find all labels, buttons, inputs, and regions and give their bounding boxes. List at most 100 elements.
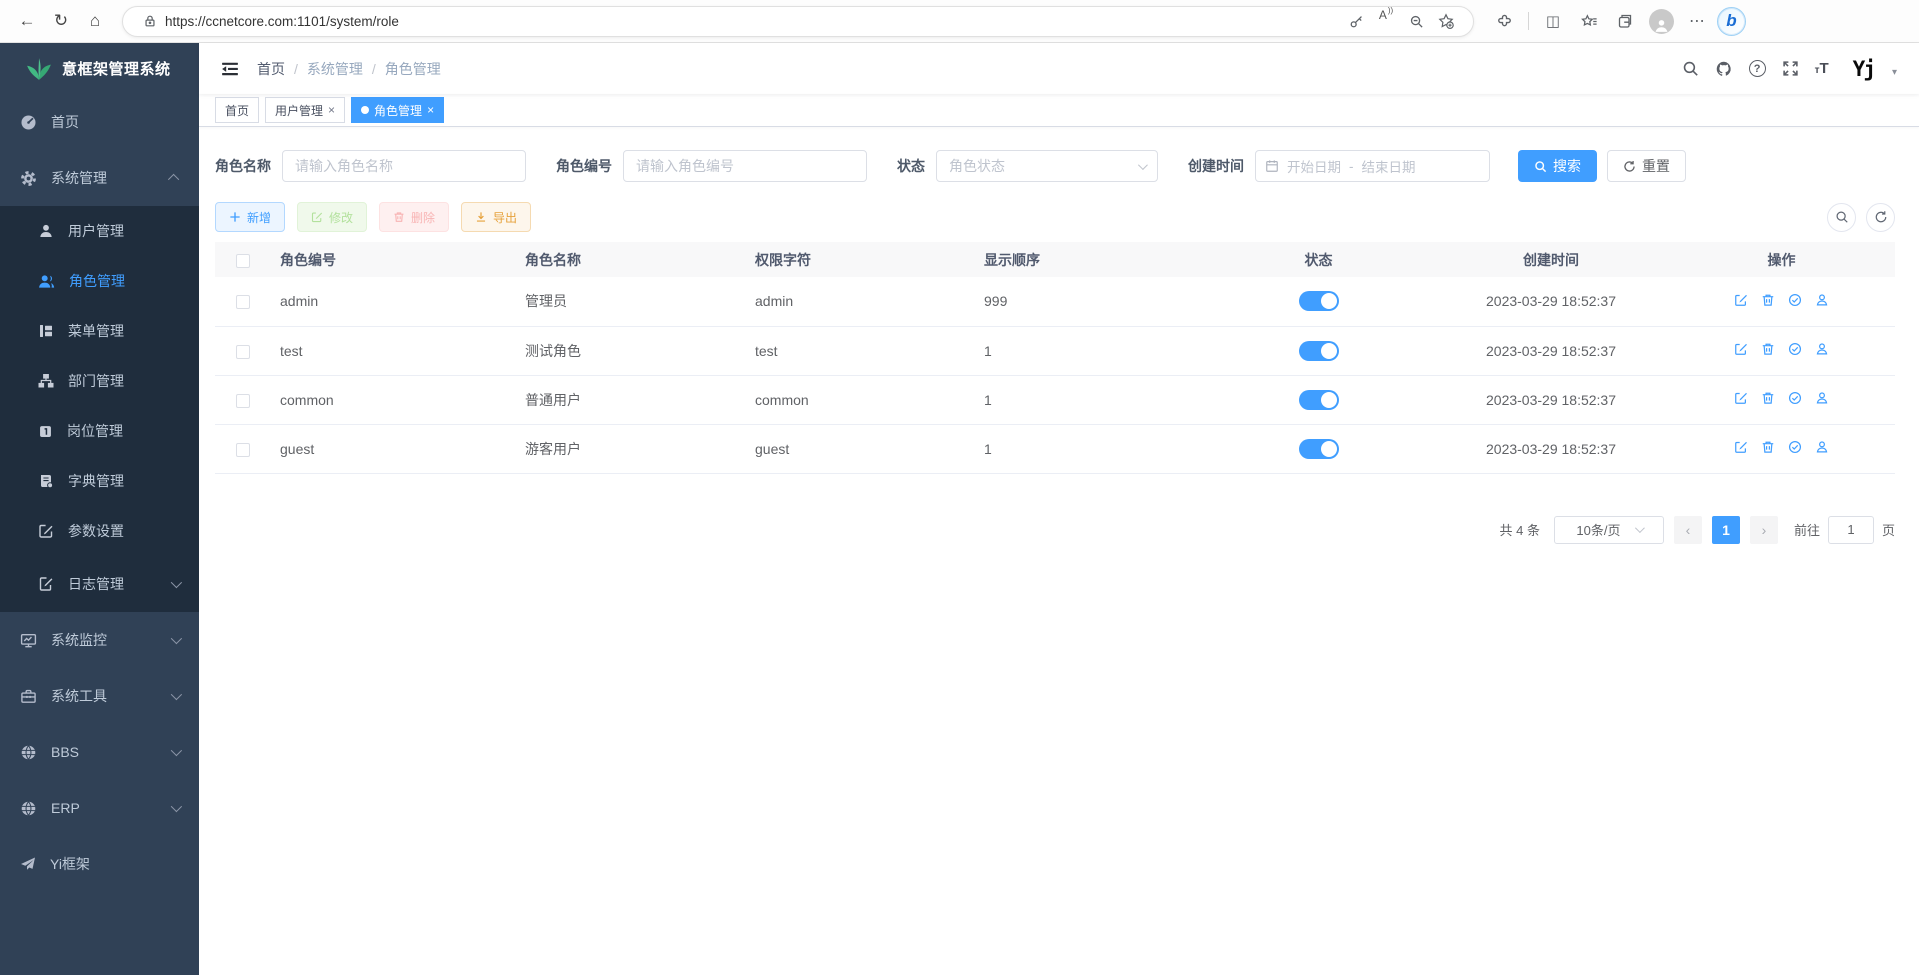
row-checkbox[interactable]	[236, 394, 250, 408]
reset-button[interactable]: 重置	[1607, 150, 1686, 182]
assign-user-icon[interactable]	[1815, 391, 1829, 405]
status-toggle[interactable]	[1299, 291, 1339, 311]
sidebar-item-dict-management[interactable]: 字典管理	[0, 456, 199, 506]
row-checkbox[interactable]	[236, 295, 250, 309]
close-icon[interactable]: ×	[427, 103, 434, 117]
sidebar-item-yi-framework[interactable]: Yi框架	[0, 836, 199, 892]
collections-icon[interactable]	[1609, 8, 1641, 34]
delete-icon[interactable]	[1761, 391, 1775, 405]
data-scope-check-icon[interactable]	[1788, 391, 1802, 405]
end-date-placeholder[interactable]: 结束日期	[1362, 156, 1416, 176]
plus-icon	[229, 211, 241, 223]
edit-icon[interactable]	[1734, 342, 1748, 356]
add-button[interactable]: 新增	[215, 202, 285, 232]
extensions-icon[interactable]	[1488, 8, 1520, 34]
sidebar-item-post-management[interactable]: 岗位管理	[0, 406, 199, 456]
header-search-icon[interactable]	[1682, 60, 1699, 77]
sidebar-item-menu-management[interactable]: 菜单管理	[0, 306, 199, 356]
table-row: guest 游客用户 guest 1 2023-03-29 18:52:37	[215, 424, 1895, 473]
role-code-input[interactable]	[623, 150, 867, 182]
address-bar[interactable]: https://ccnetcore.com:1101/system/role A…	[122, 6, 1474, 37]
toggle-knob	[1321, 392, 1337, 408]
favorites-bar-icon[interactable]	[1573, 8, 1605, 34]
status-select[interactable]: 角色状态	[936, 150, 1158, 182]
delete-icon[interactable]	[1761, 440, 1775, 454]
date-range-picker[interactable]: 开始日期 - 结束日期	[1255, 150, 1490, 182]
sidebar-collapse-icon[interactable]	[221, 60, 239, 78]
status-toggle[interactable]	[1299, 341, 1339, 361]
favorite-star-add-icon[interactable]	[1431, 8, 1461, 34]
profile-avatar[interactable]	[1645, 8, 1677, 34]
close-icon[interactable]: ×	[328, 103, 335, 117]
tab-user-management[interactable]: 用户管理 ×	[265, 97, 345, 123]
prev-page-button[interactable]: ‹	[1674, 516, 1702, 544]
assign-user-icon[interactable]	[1815, 440, 1829, 454]
start-date-placeholder[interactable]: 开始日期	[1287, 156, 1341, 176]
split-screen-icon[interactable]: ◫	[1537, 8, 1569, 34]
page-number-button[interactable]: 1	[1712, 516, 1740, 544]
goto-page-input[interactable]	[1828, 516, 1874, 544]
user-avatar-logo[interactable]: Yj	[1853, 57, 1874, 81]
github-icon[interactable]	[1715, 60, 1733, 78]
sidebar-item-system-management[interactable]: 系统管理	[0, 150, 199, 206]
browser-refresh-button[interactable]: ↻	[44, 4, 78, 38]
edit-icon[interactable]	[1734, 391, 1748, 405]
breadcrumb-home[interactable]: 首页	[257, 59, 285, 79]
tab-home[interactable]: 首页	[215, 97, 259, 123]
chevron-down-icon	[171, 577, 182, 588]
delete-icon[interactable]	[1761, 342, 1775, 356]
role-name-input[interactable]	[282, 150, 526, 182]
trash-icon	[393, 211, 405, 223]
delete-button[interactable]: 删除	[379, 202, 449, 232]
home-icon: ⌂	[90, 11, 100, 31]
data-scope-check-icon[interactable]	[1788, 293, 1802, 307]
sidebar-item-home[interactable]: 首页	[0, 94, 199, 150]
data-scope-check-icon[interactable]	[1788, 342, 1802, 356]
export-button[interactable]: 导出	[461, 202, 531, 232]
delete-icon[interactable]	[1761, 293, 1775, 307]
show-search-toggle-button[interactable]	[1827, 203, 1856, 232]
bing-chat-icon[interactable]: b	[1717, 7, 1746, 36]
sidebar-item-param-settings[interactable]: 参数设置	[0, 506, 199, 556]
caret-down-icon[interactable]: ▾	[1892, 67, 1897, 78]
next-page-button[interactable]: ›	[1750, 516, 1778, 544]
row-checkbox[interactable]	[236, 443, 250, 457]
column-created-time: 创建时间	[1434, 242, 1668, 277]
assign-user-icon[interactable]	[1815, 293, 1829, 307]
row-checkbox[interactable]	[236, 345, 250, 359]
assign-user-icon[interactable]	[1815, 342, 1829, 356]
sidebar-item-system-monitor[interactable]: 系统监控	[0, 612, 199, 668]
url-text[interactable]: https://ccnetcore.com:1101/system/role	[165, 14, 1341, 29]
select-all-checkbox[interactable]	[236, 254, 250, 268]
data-scope-check-icon[interactable]	[1788, 440, 1802, 454]
help-icon[interactable]: ?	[1749, 60, 1766, 77]
column-role-name: 角色名称	[515, 242, 745, 277]
sidebar-item-system-tools[interactable]: 系统工具	[0, 668, 199, 724]
sidebar-item-user-management[interactable]: 用户管理	[0, 206, 199, 256]
browser-home-button[interactable]: ⌂	[78, 4, 112, 38]
status-toggle[interactable]	[1299, 439, 1339, 459]
sidebar-item-bbs[interactable]: BBS	[0, 724, 199, 780]
page-size-select[interactable]: 10条/页	[1554, 516, 1664, 544]
edit-button[interactable]: 修改	[297, 202, 367, 232]
breadcrumb-system[interactable]: 系统管理	[307, 59, 363, 79]
app-logo[interactable]: 意框架管理系统	[0, 43, 199, 94]
password-key-icon[interactable]	[1341, 8, 1371, 34]
edit-icon[interactable]	[1734, 440, 1748, 454]
sidebar-item-role-management[interactable]: 角色管理	[0, 256, 199, 306]
edit-icon[interactable]	[1734, 293, 1748, 307]
browser-more-icon[interactable]: ⋯	[1681, 8, 1713, 34]
search-button[interactable]: 搜索	[1518, 150, 1597, 182]
read-aloud-icon[interactable]: A))	[1371, 8, 1401, 34]
sidebar-item-department-management[interactable]: 部门管理	[0, 356, 199, 406]
sidebar-item-erp[interactable]: ERP	[0, 780, 199, 836]
status-toggle[interactable]	[1299, 390, 1339, 410]
refresh-table-button[interactable]	[1866, 203, 1895, 232]
tab-role-management[interactable]: 角色管理 ×	[351, 97, 444, 123]
fullscreen-icon[interactable]	[1782, 60, 1799, 77]
browser-back-button[interactable]: ←	[10, 4, 44, 38]
sidebar-item-log-management[interactable]: 日志管理	[0, 556, 199, 612]
zoom-out-icon[interactable]	[1401, 8, 1431, 34]
font-size-icon[interactable]: тT	[1815, 61, 1829, 76]
lock-icon[interactable]	[135, 8, 165, 34]
